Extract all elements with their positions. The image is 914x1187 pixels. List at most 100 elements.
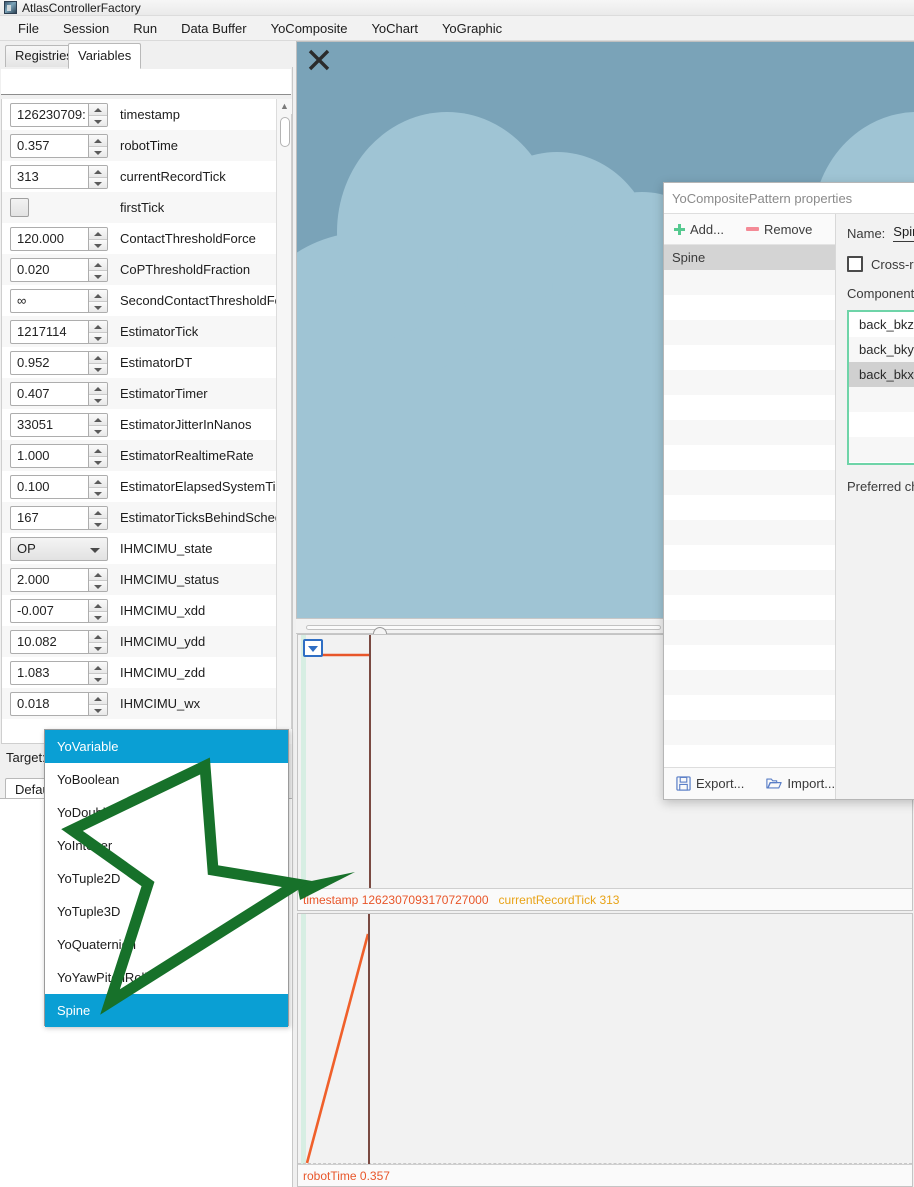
spinner-up-icon[interactable] [89,599,107,611]
variable-row[interactable]: ∞ SecondContactThresholdFo... [2,285,291,316]
menu-item-yochart[interactable]: YoChart [359,18,430,39]
variable-row[interactable]: -0.007 IHMCIMU_xdd [2,595,291,626]
dropdown-item-yointeger[interactable]: YoInteger [45,829,288,862]
variable-row[interactable]: 2.000 IHMCIMU_status [2,564,291,595]
scroll-up-icon[interactable]: ▲ [277,99,292,114]
variable-spinner-value[interactable]: 120.000 [11,228,88,250]
variable-row[interactable]: 1.000 EstimatorRealtimeRate [2,440,291,471]
variable-spinner[interactable]: 167 [10,505,108,530]
variable-spinner-value[interactable]: 2.000 [11,569,88,591]
cross-registry-checkbox[interactable] [847,256,863,272]
variable-spinner-value[interactable]: 0.018 [11,693,88,715]
variable-combobox[interactable]: OP [10,536,108,561]
variable-spinner-value[interactable]: 33051 [11,414,88,436]
variable-spinner[interactable]: 126230709: [10,102,108,127]
spinner-down-icon[interactable] [89,641,107,653]
variable-spinner[interactable]: -0.007 [10,598,108,623]
variable-spinner[interactable]: 1.083 [10,660,108,685]
spinner-buttons[interactable] [88,320,107,343]
menu-item-data-buffer[interactable]: Data Buffer [169,18,259,39]
variable-spinner-value[interactable]: 0.357 [11,135,88,157]
spinner-up-icon[interactable] [89,103,107,115]
dropdown-item-yoyawpitchroll[interactable]: YoYawPitchRoll [45,961,288,994]
variable-spinner-value[interactable]: 10.082 [11,631,88,653]
variable-row[interactable]: 0.357 robotTime [2,130,291,161]
variable-row[interactable]: 120.000 ContactThresholdForce [2,223,291,254]
spinner-down-icon[interactable] [89,300,107,312]
spinner-down-icon[interactable] [89,393,107,405]
pattern-list-item[interactable]: Spine [664,245,835,270]
variables-scrollbar[interactable]: ▲ ▼ [276,99,292,744]
spinner-down-icon[interactable] [89,486,107,498]
scrollbar-thumb[interactable] [280,117,290,147]
spinner-up-icon[interactable] [89,692,107,704]
spinner-down-icon[interactable] [89,114,107,126]
spinner-buttons[interactable] [88,258,107,281]
variable-spinner[interactable]: 0.018 [10,691,108,716]
variable-row[interactable]: 1217114 EstimatorTick [2,316,291,347]
variable-spinner-value[interactable]: 0.952 [11,352,88,374]
spinner-up-icon[interactable] [89,413,107,425]
variable-row[interactable]: 0.407 EstimatorTimer [2,378,291,409]
variable-spinner[interactable]: 120.000 [10,226,108,251]
spinner-down-icon[interactable] [89,455,107,467]
component-list[interactable]: back_bkz back_bky back_bkx [847,310,914,465]
dropdown-item-yotuple3d[interactable]: YoTuple3D [45,895,288,928]
variable-spinner[interactable]: 2.000 [10,567,108,592]
spinner-up-icon[interactable] [89,444,107,456]
spinner-up-icon[interactable] [89,320,107,332]
menu-item-yocomposite[interactable]: YoComposite [259,18,360,39]
variable-spinner-value[interactable]: 0.020 [11,259,88,281]
spinner-up-icon[interactable] [89,289,107,301]
variable-spinner[interactable]: 1217114 [10,319,108,344]
variable-row[interactable]: 167 EstimatorTicksBehindSched... [2,502,291,533]
variable-spinner[interactable]: 0.407 [10,381,108,406]
variable-spinner[interactable]: 10.082 [10,629,108,654]
variable-row[interactable]: 126230709: timestamp [2,99,291,130]
spinner-down-icon[interactable] [89,145,107,157]
variable-spinner-value[interactable]: 0.100 [11,476,88,498]
variable-row[interactable]: 313 currentRecordTick [2,161,291,192]
variable-row[interactable]: firstTick [2,192,291,223]
chart-bottom[interactable]: robotTime 0.357 [297,913,913,1187]
spinner-buttons[interactable] [88,351,107,374]
search-field[interactable] [1,69,291,95]
chart-marker-line[interactable] [369,635,371,888]
spinner-down-icon[interactable] [89,424,107,436]
variable-row[interactable]: 10.082 IHMCIMU_ydd [2,626,291,657]
add-button[interactable]: Add... [674,222,724,237]
spinner-down-icon[interactable] [89,517,107,529]
variable-spinner[interactable]: 0.100 [10,474,108,499]
variable-row[interactable]: 0.020 CoPThresholdFraction [2,254,291,285]
spinner-buttons[interactable] [88,289,107,312]
spinner-buttons[interactable] [88,630,107,653]
spinner-up-icon[interactable] [89,134,107,146]
variable-spinner[interactable]: 1.000 [10,443,108,468]
component-list-item[interactable]: back_bkx [849,362,914,387]
variable-row[interactable]: OP IHMCIMU_state [2,533,291,564]
variable-checkbox[interactable] [10,198,29,217]
spinner-buttons[interactable] [88,661,107,684]
spinner-buttons[interactable] [88,165,107,188]
variable-spinner-value[interactable]: 1.083 [11,662,88,684]
dropdown-item-yoquaternion[interactable]: YoQuaternion [45,928,288,961]
dropdown-item-yoboolean[interactable]: YoBoolean [45,763,288,796]
spinner-buttons[interactable] [88,103,107,126]
spinner-buttons[interactable] [88,134,107,157]
pattern-list[interactable]: Spine [664,245,835,767]
spinner-up-icon[interactable] [89,382,107,394]
cross-registry-row[interactable]: Cross-re [847,256,914,272]
spinner-down-icon[interactable] [89,331,107,343]
name-input[interactable] [893,224,914,242]
legend-entry-timestamp[interactable]: timestamp 1262307093170727000 [303,893,489,907]
variable-spinner-value[interactable]: 167 [11,507,88,529]
spinner-up-icon[interactable] [89,258,107,270]
variable-spinner-value[interactable]: 1217114 [11,321,88,343]
spinner-buttons[interactable] [88,692,107,715]
variable-row[interactable]: 33051 EstimatorJitterInNanos [2,409,291,440]
variable-spinner[interactable]: ∞ [10,288,108,313]
spinner-down-icon[interactable] [89,269,107,281]
spinner-down-icon[interactable] [89,579,107,591]
variable-row[interactable]: 0.018 IHMCIMU_wx [2,688,291,719]
spinner-down-icon[interactable] [89,672,107,684]
